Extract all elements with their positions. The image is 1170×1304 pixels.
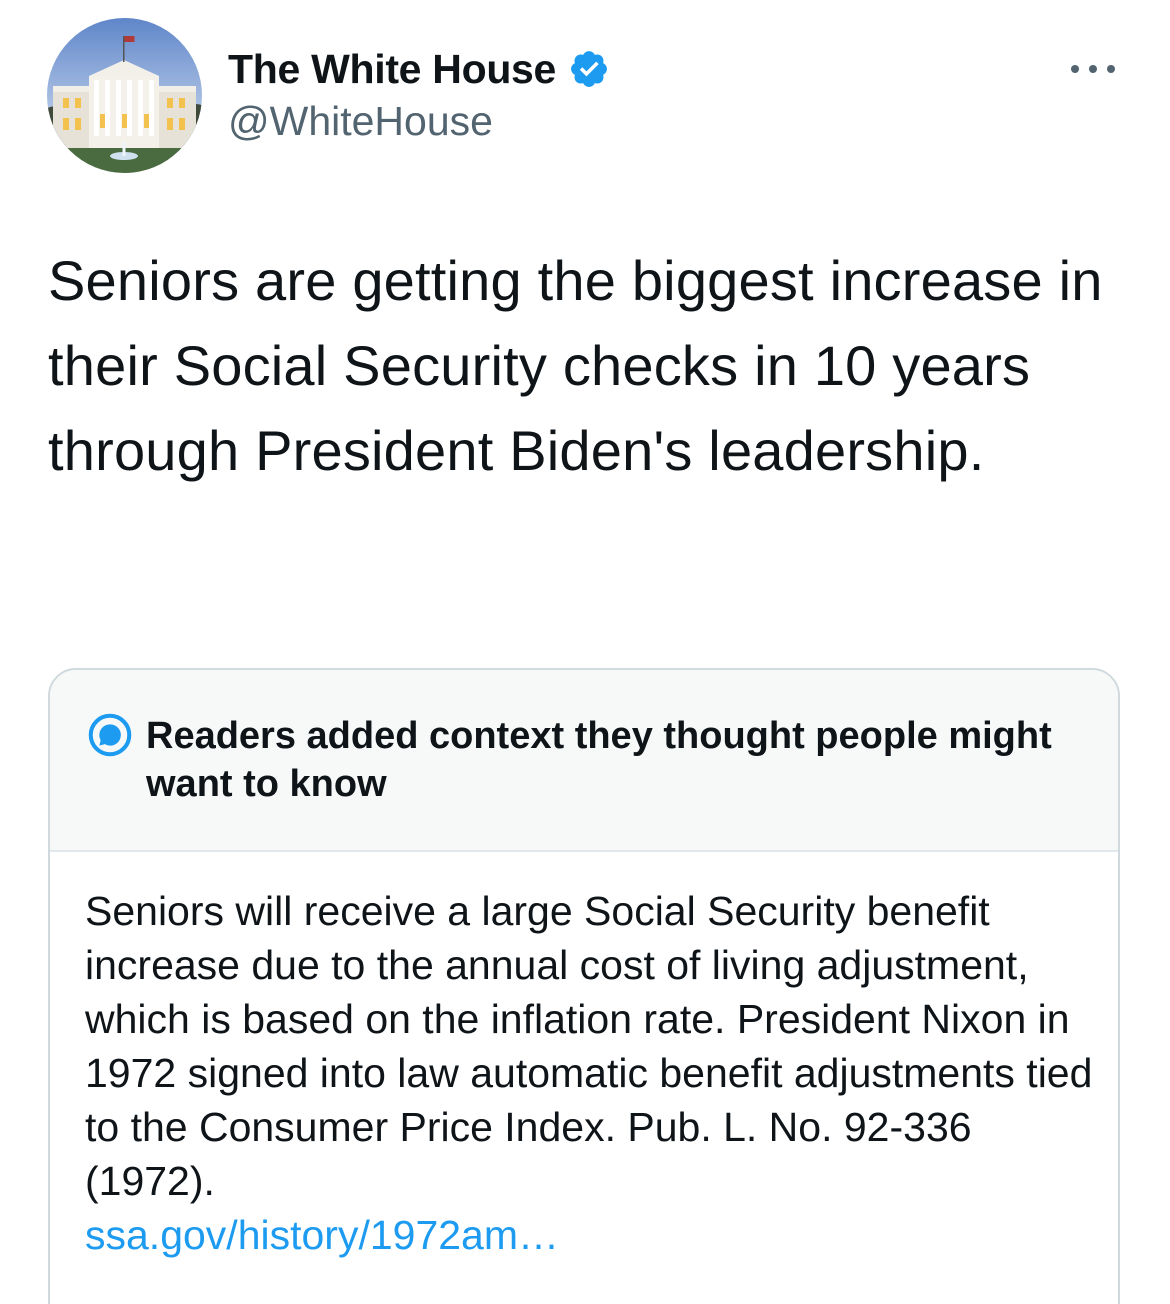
community-note-source-link[interactable]: ssa.gov/history/1972am… bbox=[85, 1208, 1095, 1262]
author-handle[interactable]: @WhiteHouse bbox=[228, 98, 493, 145]
community-notes-icon bbox=[88, 713, 132, 757]
community-note-header: Readers added context they thought peopl… bbox=[50, 670, 1118, 852]
community-note-text: Seniors will receive a large Social Secu… bbox=[85, 888, 1093, 1204]
more-options-icon[interactable] bbox=[1068, 58, 1118, 80]
community-note: Readers added context they thought peopl… bbox=[48, 668, 1120, 1304]
verified-badge-icon bbox=[571, 51, 608, 87]
avatar[interactable] bbox=[47, 18, 202, 173]
community-note-title: Readers added context they thought peopl… bbox=[146, 715, 1052, 805]
author-name-row[interactable]: The White House bbox=[228, 44, 610, 94]
community-note-body: Seniors will receive a large Social Secu… bbox=[85, 884, 1095, 1262]
author-display-name[interactable]: The White House bbox=[228, 46, 556, 93]
tweet-text: Seniors are getting the biggest increase… bbox=[48, 249, 1103, 482]
white-house-avatar-icon bbox=[47, 18, 202, 173]
